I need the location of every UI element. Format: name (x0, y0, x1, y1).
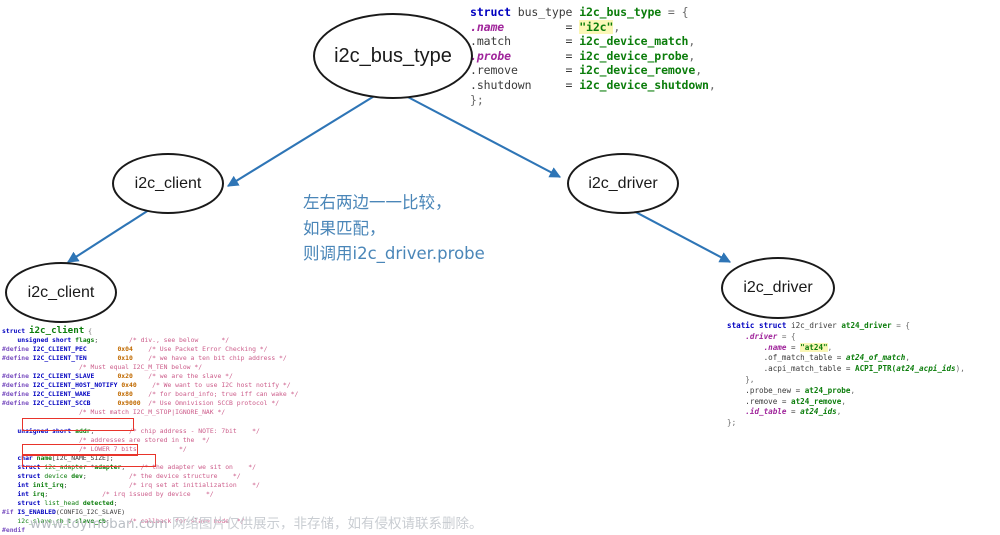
edge-bustype-to-driver (403, 94, 562, 178)
code-comma: , (827, 342, 833, 352)
annotation-line-2: 如果匹配， (303, 218, 386, 238)
code-string-value: "at24" (800, 342, 828, 352)
diagram-canvas: i2c_bus_type i2c_client i2c_client i2c_d… (0, 0, 1000, 535)
code-assign: = (832, 353, 846, 363)
code-value-match: i2c_device_match (579, 34, 689, 49)
annotation-line-3: 则调用i2c_driver.probe (303, 244, 485, 264)
code-comma: , (905, 353, 910, 363)
code-comma: , (708, 77, 716, 92)
code-assign: = (791, 385, 805, 395)
node-label: i2c_client (134, 174, 202, 192)
code-block-i2c-bus-type: struct bus_type i2c_bus_type = { .name =… (470, 5, 716, 107)
code-field-remove: .remove (745, 396, 778, 406)
code-comma: , (695, 63, 703, 78)
code-inner-close: }, (745, 374, 755, 384)
edge-client1-to-client2 (67, 207, 153, 263)
code-value-remove: at24_remove (791, 396, 842, 406)
code-punct: = { (661, 5, 689, 19)
code-comma: , (841, 396, 846, 406)
code-field-probe: .probe (470, 48, 511, 63)
node-label: i2c_client (27, 283, 95, 301)
code-type: i2c_driver (791, 321, 842, 330)
node-label: i2c_bus_type (334, 44, 452, 67)
code-block-i2c-client: struct i2c_client { unsigned short flags… (2, 325, 299, 535)
code-closing-brace: }; (470, 92, 484, 107)
code-field-of-match-table: .of_match_table (763, 353, 833, 363)
code-comma: , (613, 19, 621, 34)
code-comma: , (688, 34, 696, 49)
code-field-acpi-match-table: .acpi_match_table (763, 364, 842, 374)
code-field-match: .match (470, 34, 511, 49)
code-string-value: "i2c" (579, 19, 614, 34)
node-i2c-driver-top[interactable]: i2c_driver (567, 153, 679, 214)
watermark-site: www.toymoban.com (30, 516, 168, 532)
code-static: static (727, 321, 760, 330)
code-field-remove: .remove (470, 63, 518, 78)
code-acpi-ids-arg: at24_acpi_ids (896, 364, 956, 374)
code-comma: ), (955, 364, 965, 374)
code-struct: struct (759, 321, 792, 330)
code-comma: , (850, 385, 856, 395)
code-value-remove: i2c_device_remove (579, 63, 696, 78)
node-label: i2c_driver (743, 279, 813, 296)
code-field-name: .name (470, 19, 505, 34)
node-label: i2c_driver (588, 174, 658, 192)
code-identifier: at24_driver (841, 321, 892, 330)
code-block-at24-driver: static struct i2c_driver at24_driver = {… (727, 321, 965, 429)
code-field-id-table: .id_table (745, 407, 787, 417)
code-field-probe-new: .probe_new (745, 385, 792, 395)
code-assign: = (565, 77, 580, 92)
code-assign: = (565, 34, 580, 49)
watermark: www.toymoban.com 网络图片仅供展示，非存储，如有侵权请联系删除。 (30, 512, 482, 532)
code-field-name: .name (763, 342, 787, 352)
code-closing-brace: }; (727, 418, 737, 428)
code-assign: = (777, 396, 792, 406)
code-keyword: struct (470, 5, 511, 19)
watermark-notice: 网络图片仅供展示，非存储，如有侵权请联系删除。 (167, 516, 483, 532)
code-value-probe: i2c_device_probe (579, 48, 689, 63)
match-annotation: 左右两边一一比较， 如果匹配， 则调用i2c_driver.probe (303, 190, 485, 267)
code-type: bus_type (510, 5, 580, 19)
code-assign: = (786, 342, 801, 352)
code-field-shutdown: .shutdown (470, 77, 532, 92)
code-field-driver: .driver (745, 331, 778, 341)
node-i2c-client-bottom[interactable]: i2c_client (5, 262, 117, 323)
code-value-probe: at24_probe (804, 385, 851, 395)
code-assign: = (841, 364, 856, 374)
code-value-of-match: at24_of_match (845, 353, 906, 363)
node-i2c-client-top[interactable]: i2c_client (112, 153, 224, 214)
code-assign: = (565, 63, 580, 78)
code-assign: = (565, 19, 580, 34)
node-i2c-driver-bottom[interactable]: i2c_driver (721, 257, 835, 319)
code-comma: , (688, 48, 696, 63)
node-i2c-bus-type[interactable]: i2c_bus_type (313, 13, 473, 99)
code-assign: = (786, 407, 801, 417)
code-value-shutdown: i2c_device_shutdown (579, 77, 709, 92)
annotation-line-1: 左右两边一一比较， (303, 193, 452, 212)
code-punct: = { (777, 331, 796, 341)
code-punct: = { (891, 321, 910, 330)
code-comma: , (836, 407, 842, 417)
code-assign: = (565, 48, 580, 63)
code-identifier: i2c_bus_type (579, 5, 662, 19)
edge-driver1-to-driver2 (627, 207, 732, 263)
edge-bustype-to-client (227, 94, 377, 187)
code-acpi-ptr-macro: ACPI_PTR( (855, 364, 897, 374)
code-value-id-table: at24_ids (800, 407, 837, 417)
